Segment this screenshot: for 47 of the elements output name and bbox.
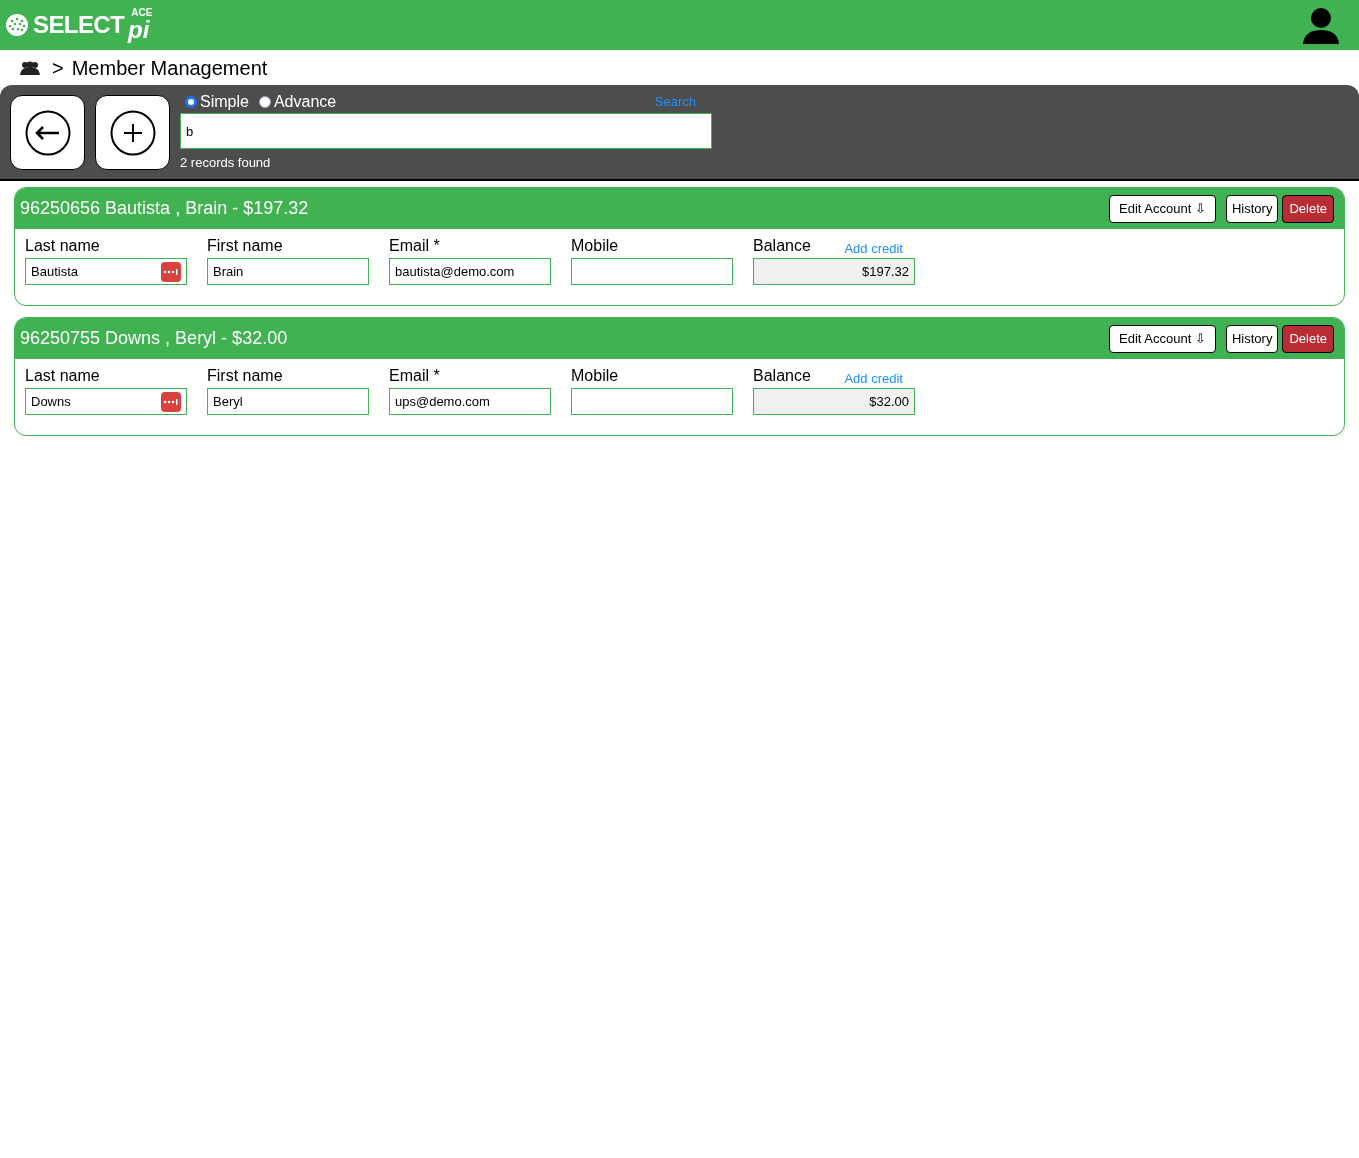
edit-account-button[interactable]: Edit Account ⇩ (1109, 194, 1216, 223)
radio-button[interactable] (258, 96, 271, 108)
balance-field: $197.32 (753, 258, 915, 285)
member-title: 96250755 Downs , Beryl - $32.00 (20, 327, 288, 350)
more-icon[interactable] (161, 261, 181, 282)
radio-button[interactable] (185, 96, 197, 108)
field-label: Last name (25, 236, 100, 256)
radio-label: Simple (200, 92, 249, 112)
input-field[interactable]: Bautista (25, 258, 187, 285)
page-title: Member Management (71, 55, 268, 81)
member-title: 96250656 Bautista , Brain - $197.32 (20, 197, 309, 220)
input-field[interactable]: Beryl (207, 388, 369, 415)
field-label: Mobile (571, 236, 619, 256)
delete-button[interactable]: Delete (1282, 194, 1334, 223)
edit-account-button[interactable]: Edit Account ⇩ (1109, 324, 1216, 353)
breadcrumb-separator: > (52, 55, 64, 81)
user-icon[interactable] (1302, 6, 1340, 44)
field-label: First name (207, 366, 283, 386)
logo-text: SELECT (33, 13, 125, 37)
search-field[interactable]: b (180, 113, 712, 149)
field-label: Email * (389, 366, 440, 386)
input-field[interactable]: Downs (25, 388, 187, 415)
logo-superscript-text: ACE (131, 8, 153, 18)
field-label: Last name (25, 366, 100, 386)
radio-label: Advance (273, 92, 337, 112)
field-label: Balance (753, 236, 811, 256)
delete-button[interactable]: Delete (1282, 324, 1334, 353)
field-label: First name (207, 236, 283, 256)
people-icon (20, 59, 40, 76)
history-button[interactable]: History (1225, 324, 1279, 353)
back-button[interactable] (10, 95, 85, 170)
results-count: 2 records found (180, 154, 272, 172)
input-field[interactable]: Brain (207, 258, 369, 285)
plus-icon (109, 109, 156, 156)
logo-text: pi (128, 18, 151, 42)
field-label: Balance (753, 366, 811, 386)
input-field[interactable] (571, 388, 733, 415)
history-button[interactable]: History (1225, 194, 1279, 223)
input-field[interactable]: bautista@demo.com (389, 258, 551, 285)
balance-field: $32.00 (753, 388, 915, 415)
input-field[interactable] (571, 258, 733, 285)
field-label: Mobile (571, 366, 619, 386)
input-field[interactable]: ups@demo.com (389, 388, 551, 415)
more-icon[interactable] (161, 391, 181, 412)
golf-ball-icon (5, 13, 29, 37)
add-button[interactable] (95, 95, 170, 170)
field-label: Email * (389, 236, 440, 256)
